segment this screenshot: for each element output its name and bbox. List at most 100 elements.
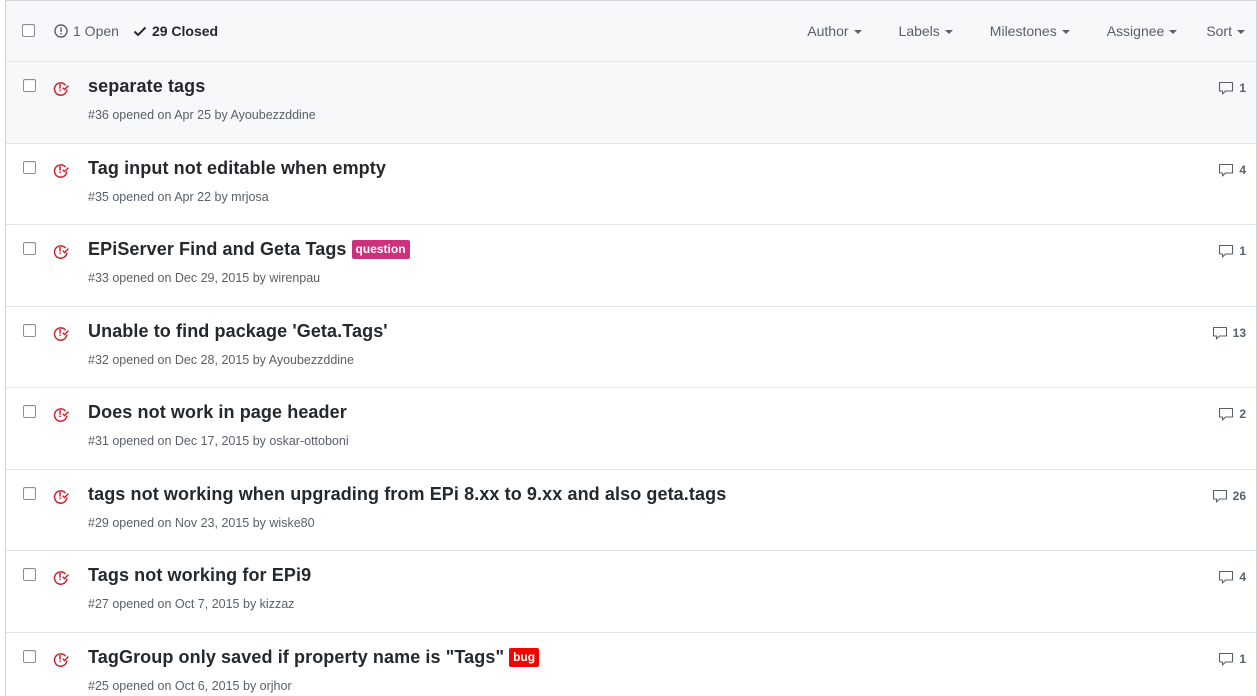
comment-icon bbox=[1219, 652, 1234, 666]
issue-title-line: tags not working when upgrading from EPi… bbox=[88, 484, 726, 505]
comments-link[interactable]: 1 bbox=[1218, 243, 1246, 259]
caret-down-icon bbox=[1061, 29, 1070, 34]
issue-title-line: Unable to find package 'Geta.Tags' bbox=[88, 321, 388, 342]
issue-checkbox[interactable] bbox=[23, 242, 36, 255]
issue-meta: #25 opened on Oct 6, 2015 by orjhor bbox=[88, 678, 292, 693]
issue-meta: #29 opened on Nov 23, 2015 by wiske80 bbox=[88, 515, 315, 530]
milestones-filter-label: Milestones bbox=[989, 23, 1057, 39]
check-icon bbox=[133, 26, 147, 37]
state-toggle: 1 Open 29 Closed bbox=[54, 23, 218, 39]
issue-row: Does not work in page header #31 opened … bbox=[6, 388, 1256, 470]
issue-checkbox[interactable] bbox=[23, 649, 36, 663]
issue-title-line: Does not work in page header bbox=[88, 402, 347, 423]
issue-meta: #36 opened on Apr 25 by Ayoubezzddine bbox=[88, 108, 316, 122]
issue-title-line: Tag input not editable when empty bbox=[88, 158, 386, 179]
issue-title-link[interactable]: tags not working when upgrading from EPi… bbox=[88, 484, 726, 505]
issue-checkbox[interactable] bbox=[23, 405, 36, 418]
issue-row: EPiServer Find and Geta Tags question #3… bbox=[6, 225, 1256, 307]
issue-title-link[interactable]: TagGroup only saved if property name is … bbox=[88, 647, 504, 668]
issue-meta: #35 opened on Apr 22 by mrjosa bbox=[88, 189, 269, 204]
assignee-filter-label: Assignee bbox=[1106, 23, 1165, 39]
comment-count: 2 bbox=[1239, 407, 1246, 421]
issue-title-link[interactable]: Does not work in page header bbox=[88, 402, 347, 423]
select-all-checkbox[interactable] bbox=[22, 24, 35, 37]
issue-closed-icon bbox=[53, 571, 69, 585]
comment-count: 1 bbox=[1239, 651, 1246, 666]
issue-title-link[interactable]: EPiServer Find and Geta Tags bbox=[88, 239, 347, 260]
comment-count: 13 bbox=[1232, 325, 1246, 340]
issue-checkbox[interactable] bbox=[23, 79, 36, 92]
caret-down-icon bbox=[853, 29, 862, 34]
milestones-filter[interactable]: Milestones bbox=[990, 23, 1070, 39]
issue-meta: #31 opened on Dec 17, 2015 by oskar-otto… bbox=[88, 434, 349, 448]
author-filter[interactable]: Author bbox=[807, 23, 862, 39]
issue-label[interactable]: bug bbox=[509, 647, 540, 667]
comment-count: 4 bbox=[1239, 162, 1246, 177]
labels-filter[interactable]: Labels bbox=[899, 23, 953, 39]
issue-title-link[interactable]: Tag input not editable when empty bbox=[88, 158, 386, 179]
issue-title-line: separate tags bbox=[88, 76, 205, 97]
comments-link[interactable]: 1 bbox=[1218, 651, 1246, 667]
issue-closed-icon bbox=[53, 652, 69, 667]
assignee-filter[interactable]: Assignee bbox=[1107, 23, 1178, 39]
issue-title-line: TagGroup only saved if property name is … bbox=[88, 647, 540, 668]
comment-icon bbox=[1219, 407, 1234, 421]
issue-opened-icon bbox=[54, 24, 68, 38]
issue-checkbox[interactable] bbox=[23, 323, 36, 337]
comment-count: 1 bbox=[1239, 81, 1246, 95]
sort-filter[interactable]: Sort bbox=[1206, 23, 1245, 39]
issue-row: separate tags #36 opened on Apr 25 by Ay… bbox=[6, 62, 1256, 144]
issue-closed-icon bbox=[53, 163, 69, 178]
issues-list-header: 1 Open 29 Closed Author Labels Milestone… bbox=[6, 1, 1256, 62]
comment-icon bbox=[1219, 244, 1234, 258]
issue-label[interactable]: question bbox=[351, 240, 410, 259]
comment-icon bbox=[1219, 570, 1234, 584]
issue-checkbox[interactable] bbox=[23, 160, 36, 174]
issue-checkbox[interactable] bbox=[23, 568, 36, 581]
open-count-label: 1 Open bbox=[73, 23, 119, 39]
issue-meta: #27 opened on Oct 7, 2015 by kizzaz bbox=[88, 597, 295, 611]
caret-down-icon bbox=[1237, 29, 1245, 34]
issue-checkbox[interactable] bbox=[23, 486, 36, 500]
comments-link[interactable]: 13 bbox=[1212, 325, 1246, 341]
caret-down-icon bbox=[944, 29, 953, 34]
issue-meta: #32 opened on Dec 28, 2015 by Ayoubezzdd… bbox=[88, 352, 354, 367]
issues-list: 1 Open 29 Closed Author Labels Milestone… bbox=[5, 0, 1257, 696]
issue-row: Unable to find package 'Geta.Tags' #32 o… bbox=[6, 307, 1256, 388]
issue-title-link[interactable]: separate tags bbox=[88, 76, 205, 97]
issue-closed-icon bbox=[53, 326, 69, 341]
sort-filter-label: Sort bbox=[1206, 23, 1232, 39]
issue-title-line: EPiServer Find and Geta Tags question bbox=[88, 239, 410, 260]
issue-row: Tags not working for EPi9 #27 opened on … bbox=[6, 551, 1256, 633]
issue-closed-icon bbox=[53, 82, 69, 96]
comment-icon bbox=[1219, 163, 1234, 177]
comments-link[interactable]: 4 bbox=[1218, 162, 1246, 178]
closed-issues-link[interactable]: 29 Closed bbox=[133, 23, 218, 39]
issue-row: Tag input not editable when empty #35 op… bbox=[6, 144, 1256, 225]
issue-closed-icon bbox=[53, 408, 69, 422]
comment-icon bbox=[1219, 81, 1234, 95]
comments-link[interactable]: 4 bbox=[1218, 569, 1246, 585]
filter-bar: Author Labels Milestones Assignee Sort bbox=[807, 23, 1256, 39]
comment-count: 4 bbox=[1239, 570, 1246, 584]
issue-row: tags not working when upgrading from EPi… bbox=[6, 470, 1256, 551]
comments-link[interactable]: 26 bbox=[1212, 488, 1246, 504]
comments-link[interactable]: 1 bbox=[1218, 80, 1246, 96]
closed-count-label: 29 Closed bbox=[151, 23, 219, 39]
comment-icon bbox=[1212, 489, 1227, 503]
author-filter-label: Author bbox=[807, 23, 849, 39]
issue-rows: separate tags #36 opened on Apr 25 by Ay… bbox=[6, 62, 1256, 696]
issue-meta: #33 opened on Dec 29, 2015 by wirenpau bbox=[88, 271, 321, 285]
caret-down-icon bbox=[1169, 29, 1178, 34]
issue-title-line: Tags not working for EPi9 bbox=[88, 565, 311, 586]
open-issues-link[interactable]: 1 Open bbox=[54, 23, 119, 39]
comment-count: 26 bbox=[1232, 488, 1246, 503]
issue-title-link[interactable]: Unable to find package 'Geta.Tags' bbox=[88, 321, 388, 342]
comment-icon bbox=[1212, 326, 1227, 340]
issue-closed-icon bbox=[53, 245, 69, 259]
comment-count: 1 bbox=[1239, 244, 1246, 258]
comments-link[interactable]: 2 bbox=[1218, 406, 1246, 422]
labels-filter-label: Labels bbox=[898, 23, 940, 39]
issue-row: TagGroup only saved if property name is … bbox=[6, 633, 1256, 696]
issue-title-link[interactable]: Tags not working for EPi9 bbox=[88, 565, 311, 586]
